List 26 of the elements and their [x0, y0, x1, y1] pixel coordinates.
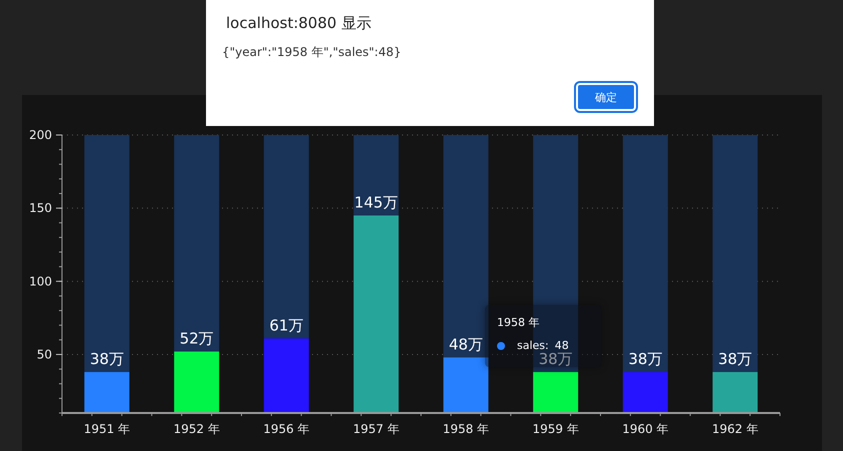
dialog-title: localhost:8080 显示 [226, 14, 372, 33]
dialog-message: {"year":"1958 年","sales":48} [222, 44, 402, 61]
value-label: 48万 [448, 335, 483, 354]
x-tick-label: 1960 年 [622, 422, 669, 436]
value-label: 38万 [90, 350, 124, 368]
x-tick-label: 1958 年 [442, 422, 490, 436]
x-tick-label: 1952 年 [173, 422, 220, 436]
tooltip-title: 1958 年 [497, 315, 540, 330]
value-label: 52万 [180, 330, 214, 348]
y-tick-label: 150 [29, 201, 52, 216]
x-tick-label: 1951 年 [84, 422, 130, 436]
x-tick-label: 1959 年 [532, 422, 579, 436]
series-value: 48 [554, 339, 569, 352]
series-name: sales: [517, 339, 549, 352]
value-label: 38万 [628, 350, 662, 368]
value-label: 38万 [538, 350, 573, 368]
y-tick-label: 200 [29, 128, 52, 142]
x-tick-label: 1962 年 [712, 422, 758, 436]
y-tick-label: 100 [29, 274, 52, 288]
value-label: 38万 [718, 350, 752, 368]
value-label: 145万 [354, 193, 398, 212]
value-label: 61万 [269, 316, 304, 334]
x-tick-label: 1957 年 [352, 422, 400, 436]
x-tick-label: 1956 年 [263, 422, 310, 436]
ok-button[interactable]: 确定 [576, 83, 636, 111]
y-tick-label: 50 [36, 347, 52, 362]
